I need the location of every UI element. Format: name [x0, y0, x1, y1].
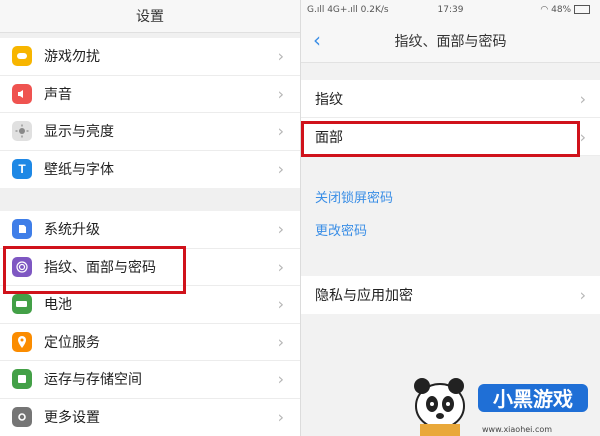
settings-item-wallpaper[interactable]: T 壁纸与字体 ›: [0, 151, 300, 189]
item-privacy-app-encryption[interactable]: 隐私与应用加密 ›: [301, 276, 600, 314]
settings-item-fingerprint-face-password[interactable]: 指纹、面部与密码 ›: [0, 249, 300, 286]
location-icon: [12, 331, 32, 352]
fingerprint-face-password-pane: G.ıll 4G+.ıll 0.2K/s 17:39 ◠ 48% ‹ 指纹、面部…: [301, 0, 600, 436]
page-title: 设置: [136, 9, 164, 25]
item-label: 指纹: [315, 91, 343, 108]
settings-item-label: 定位服务: [44, 334, 100, 351]
chevron-right-icon: ›: [277, 219, 284, 239]
brightness-icon: [12, 121, 32, 142]
item-label: 隐私与应用加密: [315, 288, 413, 304]
nav-bar: ‹ 指纹、面部与密码: [301, 20, 600, 63]
page-title: 指纹、面部与密码: [394, 34, 507, 50]
settings-item-sound[interactable]: 声音 ›: [0, 76, 300, 113]
chevron-right-icon: ›: [277, 332, 284, 352]
settings-item-label: 指纹、面部与密码: [44, 259, 156, 276]
settings-item-label: 显示与亮度: [44, 124, 114, 141]
item-fingerprint[interactable]: 指纹 ›: [301, 80, 600, 118]
item-label: 面部: [315, 129, 343, 146]
chevron-right-icon: ›: [277, 159, 284, 179]
storage-icon: [12, 369, 32, 390]
settings-item-label: 壁纸与字体: [44, 162, 114, 179]
font-icon: T: [12, 159, 32, 180]
chevron-right-icon: ›: [277, 84, 284, 104]
settings-icon: [12, 407, 32, 428]
chevron-right-icon: ›: [277, 369, 284, 389]
chevron-right-icon: ›: [579, 285, 586, 305]
settings-group-2: 系统升级 › 指纹、面部与密码 › 电池 › 定位服务 › 运存与存储空间 › …: [0, 211, 300, 436]
status-bar: G.ıll 4G+.ıll 0.2K/s 17:39 ◠ 48%: [301, 0, 600, 20]
battery-percent: 48%: [551, 5, 572, 15]
fingerprint-icon: [12, 256, 32, 277]
back-icon[interactable]: ‹: [313, 28, 321, 52]
svg-text:小黑游戏: 小黑游戏: [493, 387, 573, 411]
settings-item-display[interactable]: 显示与亮度 ›: [0, 113, 300, 151]
chevron-right-icon: ›: [277, 294, 284, 314]
settings-item-label: 更多设置: [44, 410, 100, 427]
settings-item-game-mode[interactable]: 游戏勿扰 ›: [0, 38, 300, 76]
chevron-right-icon: ›: [579, 89, 586, 108]
settings-item-battery[interactable]: 电池 ›: [0, 286, 300, 324]
chevron-right-icon: ›: [277, 46, 284, 66]
settings-item-location[interactable]: 定位服务 ›: [0, 324, 300, 361]
chevron-right-icon: ›: [579, 127, 586, 146]
watermark: 小黑游戏 www.xiaohei.com: [400, 366, 600, 436]
battery-icon: [574, 5, 590, 14]
chevron-right-icon: ›: [277, 257, 284, 277]
battery-icon: [12, 294, 32, 315]
change-password-link[interactable]: 更改密码: [301, 213, 600, 246]
settings-pane: 设置 游戏勿扰 › 声音 › 显示与亮度 › T 壁纸与字体 › 系统升级 › …: [0, 0, 300, 436]
item-face[interactable]: 面部 ›: [301, 118, 600, 156]
gamepad-icon: [12, 46, 32, 67]
settings-item-system-update[interactable]: 系统升级 ›: [0, 211, 300, 249]
disable-lock-password-link[interactable]: 关闭锁屏密码: [301, 180, 600, 213]
speaker-icon: [12, 83, 32, 104]
settings-group-1: 游戏勿扰 › 声音 › 显示与亮度 › T 壁纸与字体 ›: [0, 38, 300, 188]
settings-item-label: 电池: [44, 297, 72, 314]
settings-item-label: 游戏勿扰: [44, 49, 100, 66]
battery-status: ◠ 48%: [540, 5, 590, 15]
settings-item-storage[interactable]: 运存与存储空间 ›: [0, 361, 300, 399]
watermark-url: www.xiaohei.com: [482, 425, 553, 434]
settings-item-more[interactable]: 更多设置 ›: [0, 399, 300, 436]
chevron-right-icon: ›: [277, 407, 284, 427]
settings-item-label: 运存与存储空间: [44, 372, 142, 389]
settings-item-label: 声音: [44, 86, 72, 103]
privacy-group: 隐私与应用加密 ›: [301, 276, 600, 314]
wifi-icon: ◠: [540, 5, 549, 15]
password-links: 关闭锁屏密码 更改密码: [301, 180, 600, 246]
settings-header: 设置: [0, 0, 300, 33]
chevron-right-icon: ›: [277, 121, 284, 141]
update-icon: [12, 219, 32, 240]
settings-item-label: 系统升级: [44, 222, 100, 239]
biometrics-group: 指纹 › 面部 ›: [301, 80, 600, 156]
